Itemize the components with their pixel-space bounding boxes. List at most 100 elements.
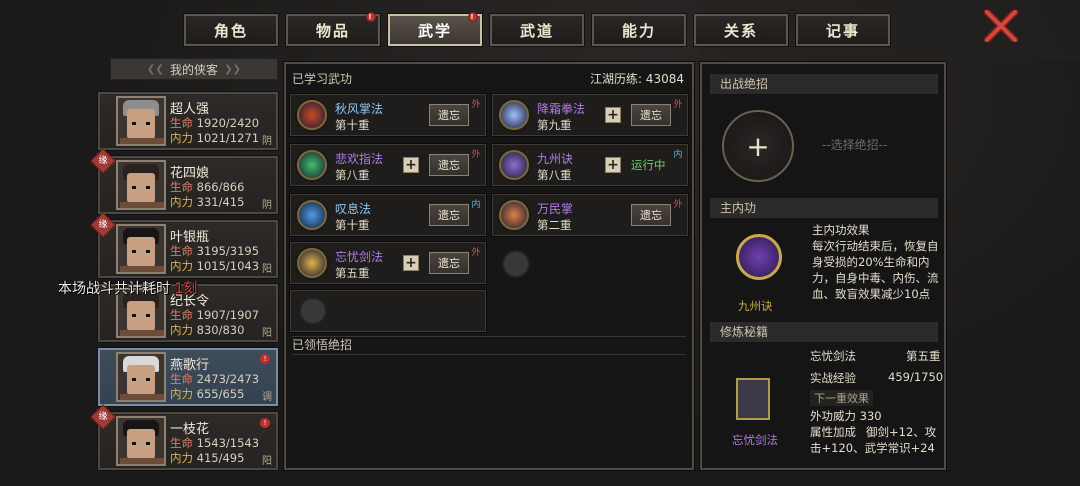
yuan-text: 缘 [98,220,108,230]
forget-button[interactable]: 遗忘 [631,104,671,126]
hp-line: 生命 1907/1907 [170,307,259,323]
skill-icon [297,200,327,230]
ult-slot[interactable]: + [722,110,794,182]
skill-card[interactable]: 秋风掌法 第十重 遗忘外 [289,93,487,137]
skill-icon [499,100,529,130]
hp-value: 1907/1907 [196,308,260,322]
battle-exp-value: 459/1750 [888,370,944,384]
skill-name: 叹息法 [335,202,372,216]
mp-line: 内力 415/495 [170,450,244,466]
yinyang-tag: 调 [262,392,272,403]
battle-exp-label: 实战经验 [810,371,856,385]
arrow-left-icon: ❮❮ [147,63,164,75]
tab-1[interactable]: 物品! [285,12,381,47]
book-skill-level: 第五重 [906,349,941,363]
skill-name: 万民掌 [537,202,574,216]
tab-label: 关系 [723,21,758,40]
hp-value: 2473/2473 [196,372,260,386]
skill-card[interactable]: 叹息法 第十重 遗忘内 [289,193,487,237]
skill-type-badge: 外 [471,247,481,258]
effect-title: 主内功效果 [812,223,870,237]
skill-level: 第九重 [537,118,572,132]
divider [292,354,686,355]
forget-button[interactable]: 遗忘 [429,252,469,274]
skill-card[interactable]: 悲欢指法 第八重 + 遗忘外 [289,143,487,187]
hp-line: 生命 1543/1543 [170,435,259,451]
character-card[interactable]: 超人强 生命 1920/2420 内力 1021/1271 阴 [97,91,279,151]
tab-6[interactable]: 记事 [795,13,891,47]
yinyang-tag: 阴 [262,136,272,147]
close-icon[interactable] [983,8,1019,44]
empty-skill-card[interactable] [289,289,487,333]
avatar [116,160,166,210]
mp-value: 1015/1043 [196,259,260,273]
empty-skill-slot[interactable] [502,250,530,278]
upgrade-button[interactable]: + [403,255,419,271]
tab-3[interactable]: 武道 [489,13,585,47]
forget-button[interactable]: 遗忘 [429,104,469,126]
tab-label: 物品 [315,21,350,40]
upgrade-button[interactable]: + [605,107,621,123]
skill-type-badge: 外 [471,99,481,110]
tab-0[interactable]: 角色 [183,13,279,47]
mp-value: 331/415 [196,195,245,209]
mp-label: 内力 [170,259,193,273]
skill-card[interactable]: 九州诀 第八重 + 运行中内 [491,143,689,187]
hp-line: 生命 2473/2473 [170,371,259,387]
hp-label: 生命 [170,244,193,258]
book-icon[interactable] [736,378,770,420]
skill-level: 第二重 [537,218,572,232]
tab-label: 角色 [213,21,248,40]
upgrade-button[interactable]: + [605,157,621,173]
detail-panel: 出战绝招 + --选择绝招-- 主内功 九州诀 主内功效果 每次行动结束后，恢复… [699,61,947,471]
hp-label: 生命 [170,116,193,130]
hp-label: 生命 [170,436,193,450]
skill-level: 第八重 [537,168,572,182]
neigong-icon[interactable] [736,234,782,280]
yinyang-tag: 阳 [262,264,272,275]
forget-button[interactable]: 遗忘 [631,204,671,226]
martial-arts-panel: 已学习武功 江湖历练: 43084 秋风掌法 第十重 遗忘外 降霜拳法 第九重 + 遗… [283,61,695,471]
arrow-right-icon: ❯❯ [224,63,241,75]
plus-icon: + [746,129,770,163]
avatar [116,352,166,402]
yinyang-tag: 阴 [262,200,272,211]
skill-card[interactable]: 降霜拳法 第九重 + 遗忘外 [491,93,689,137]
jianghu-exp: 江湖历练: 43084 [589,72,684,86]
character-card[interactable]: 一枝花 生命 1543/1543 内力 415/495 阳缘! [90,404,279,471]
forget-button[interactable]: 遗忘 [429,204,469,226]
yinyang-tag: 阳 [262,456,272,467]
skill-name: 秋风掌法 [335,102,384,116]
tab-5[interactable]: 关系 [693,13,789,47]
hp-line: 生命 3195/3195 [170,243,259,259]
tab-bar: 角色 物品! 武学! 武道 能力 关系 记事 [183,12,891,47]
choose-ult-text[interactable]: --选择绝招-- [822,136,887,153]
skill-icon [297,150,327,180]
skill-icon [499,200,529,230]
yinyang-tag: 阳 [262,328,272,339]
mp-line: 内力 655/655 [170,386,244,402]
skill-card[interactable]: 忘忧剑法 第五重 + 遗忘外 [289,241,487,285]
skill-level: 第十重 [335,218,370,232]
forget-button[interactable]: 遗忘 [429,154,469,176]
mp-label: 内力 [170,451,193,465]
tab-4[interactable]: 能力 [591,13,687,47]
character-card[interactable]: 花四娘 生命 866/866 内力 331/415 阴缘 [90,148,279,215]
hp-label: 生命 [170,372,193,386]
yuan-text: 缘 [98,412,108,422]
character-card[interactable]: 叶银瓶 生命 3195/3195 内力 1015/1043 阳缘 [90,212,279,279]
skill-name: 悲欢指法 [335,152,384,166]
realized-title: 已领悟绝招 [292,338,353,352]
skill-type-badge: 内 [673,149,683,160]
skill-type-badge: 外 [673,99,683,110]
battle-time-toast: 本场战斗共计耗时 1刻 [58,278,197,298]
mp-line: 内力 1021/1271 [170,130,259,146]
character-card[interactable]: 燕歌行 生命 2473/2473 内力 655/655 调! [97,347,279,407]
upgrade-button[interactable]: + [403,157,419,173]
my-heroes-header: ❮❮ 我的侠客 ❯❯ [110,58,278,80]
skill-type-badge: 外 [471,149,481,160]
tab-2[interactable]: 武学! [387,12,483,47]
skill-card[interactable]: 万民掌 第二重 遗忘外 [491,193,689,237]
skill-icon [297,248,327,278]
hp-value: 1920/2420 [196,116,260,130]
